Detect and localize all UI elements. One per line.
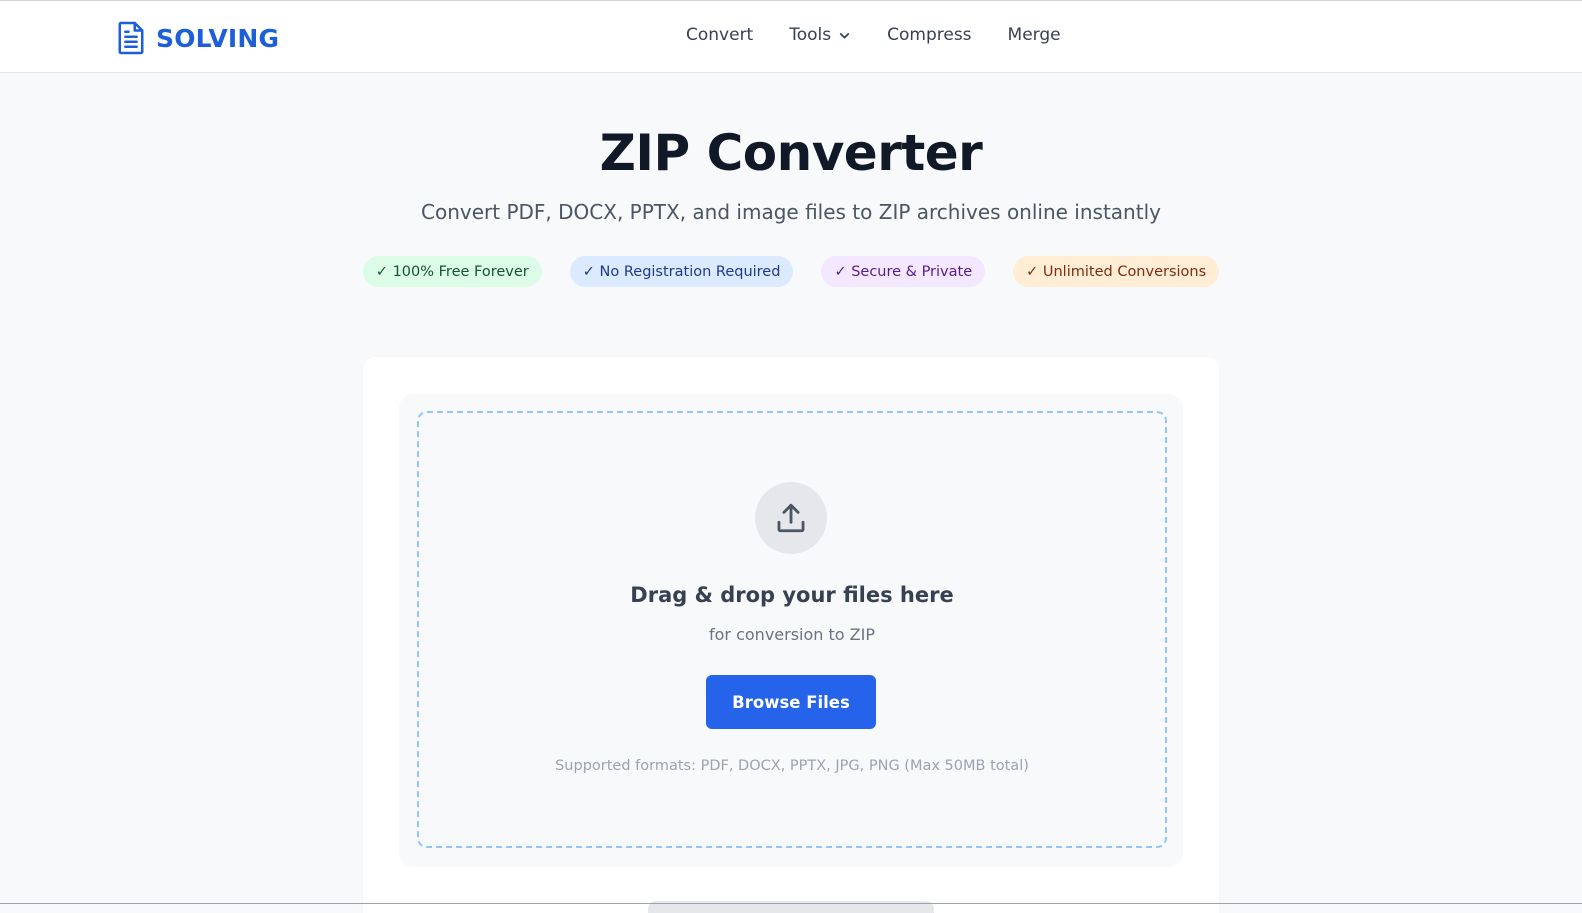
page-subtitle: Convert PDF, DOCX, PPTX, and image files… [421,200,1161,224]
supported-formats-note: Supported formats: PDF, DOCX, PPTX, JPG,… [555,758,1029,774]
top-navbar: SOLVING Convert Tools Compress Merge [0,0,1582,73]
nav-merge[interactable]: Merge [1008,25,1061,45]
nav-merge-label: Merge [1007,25,1061,45]
browse-files-button[interactable]: Browse Files [706,675,876,729]
file-dropzone[interactable]: Drag & drop your files here for conversi… [417,411,1167,848]
badge-unlimited: ✓ Unlimited Conversions [1013,256,1220,287]
viewport-bottom-divider [0,903,1582,904]
main-nav: Convert Tools Compress Merge [686,25,1061,45]
dropzone-subtitle: for conversion to ZIP [709,625,875,644]
upload-icon-circle [755,482,827,554]
document-icon [118,21,144,55]
nav-convert-label: Convert [686,25,754,45]
brand-logo-link[interactable]: SOLVING [116,19,279,57]
badge-free: ✓ 100% Free Forever [362,256,542,287]
dropzone-title: Drag & drop your files here [630,583,954,607]
nav-compress[interactable]: Compress [887,25,971,45]
badge-no-registration: ✓ No Registration Required [569,256,794,287]
nav-compress-label: Compress [887,25,972,45]
nav-tools-label: Tools [789,25,832,45]
badge-secure: ✓ Secure & Private [821,256,986,287]
page-title: ZIP Converter [599,124,983,182]
upload-icon [777,503,805,533]
nav-convert[interactable]: Convert [686,25,753,45]
brand-name: SOLVING [156,23,280,53]
chevron-down-icon [839,32,850,39]
converter-card: Drag & drop your files here for conversi… [363,357,1219,913]
nav-tools-dropdown[interactable]: Tools [789,25,851,45]
upload-panel: Drag & drop your files here for conversi… [399,394,1183,867]
feature-badges: ✓ 100% Free Forever ✓ No Registration Re… [0,256,1582,287]
